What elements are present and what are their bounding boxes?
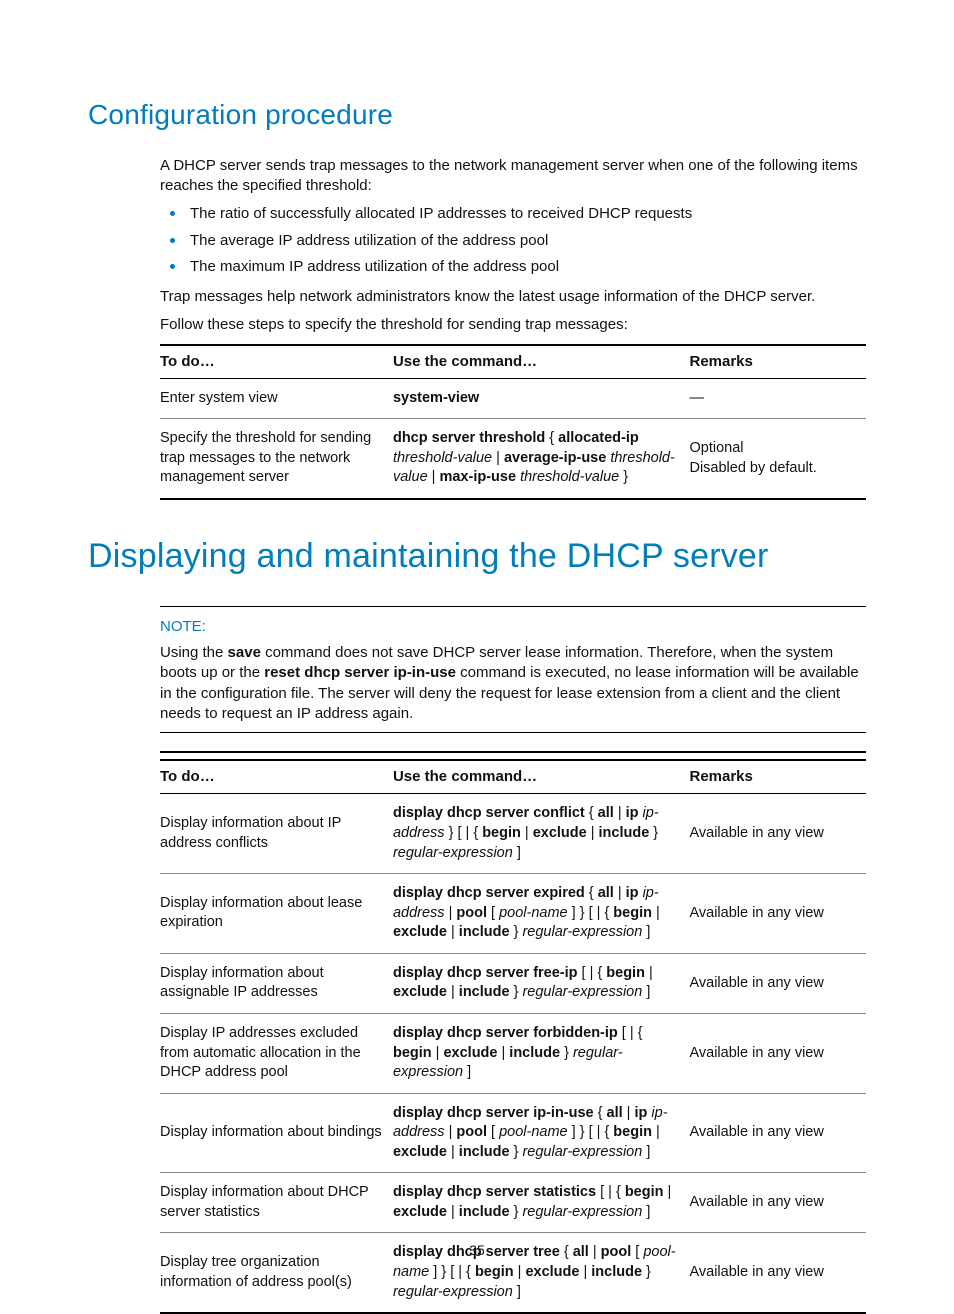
- cell-todo: Display information about bindings: [160, 1093, 393, 1173]
- cell-command: display dhcp server forbidden-ip [ | { b…: [393, 1013, 690, 1093]
- cell-remarks: Available in any view: [689, 1173, 866, 1233]
- cell-remarks: —: [689, 378, 866, 419]
- divider: [160, 732, 866, 733]
- heading-config-procedure: Configuration procedure: [88, 96, 866, 134]
- table-row: Display information about lease expirati…: [160, 874, 866, 954]
- table-display-commands: To do… Use the command… Remarks Display …: [160, 759, 866, 1314]
- page-number: 35: [0, 1241, 954, 1260]
- cell-todo: Display information about assignable IP …: [160, 953, 393, 1013]
- note-label: NOTE:: [160, 617, 866, 637]
- note-body: Using the save command does not save DHC…: [160, 643, 866, 724]
- cell-command: display dhcp server ip-in-use { all | ip…: [393, 1093, 690, 1173]
- cell-remarks: Available in any view: [689, 794, 866, 874]
- table-thresholds: To do… Use the command… Remarks Enter sy…: [160, 344, 866, 501]
- cell-command: display dhcp server expired { all | ip i…: [393, 874, 690, 954]
- cell-remarks: OptionalDisabled by default.: [689, 419, 866, 499]
- intro-text: A DHCP server sends trap messages to the…: [160, 156, 866, 197]
- table-row: Display information about bindingsdispla…: [160, 1093, 866, 1173]
- col-header: Use the command…: [393, 345, 690, 379]
- cell-remarks: Available in any view: [689, 953, 866, 1013]
- cell-todo: Display information about DHCP server st…: [160, 1173, 393, 1233]
- heading-display-maintain: Displaying and maintaining the DHCP serv…: [88, 534, 866, 580]
- cell-todo: Display information about lease expirati…: [160, 874, 393, 954]
- col-header: To do…: [160, 760, 393, 794]
- cell-remarks: Available in any view: [689, 1093, 866, 1173]
- col-header: Use the command…: [393, 760, 690, 794]
- bullet-item: The maximum IP address utilization of th…: [188, 257, 866, 277]
- divider: [160, 606, 866, 607]
- cell-todo: Enter system view: [160, 378, 393, 419]
- cell-todo: Display IP addresses excluded from autom…: [160, 1013, 393, 1093]
- after-bullets-text: Trap messages help network administrator…: [160, 287, 866, 307]
- cell-command: dhcp server threshold { allocated-ip thr…: [393, 419, 690, 499]
- col-header: Remarks: [689, 345, 866, 379]
- table-row: Display information about IP address con…: [160, 794, 866, 874]
- col-header: Remarks: [689, 760, 866, 794]
- cell-command: display dhcp server free-ip [ | { begin …: [393, 953, 690, 1013]
- page: Configuration procedure A DHCP server se…: [0, 0, 954, 1296]
- cell-todo: Specify the threshold for sending trap m…: [160, 419, 393, 499]
- bullet-list: The ratio of successfully allocated IP a…: [160, 204, 866, 277]
- table-row: Display IP addresses excluded from autom…: [160, 1013, 866, 1093]
- table-lead-in: Follow these steps to specify the thresh…: [160, 315, 866, 335]
- section1-body: A DHCP server sends trap messages to the…: [160, 156, 866, 500]
- cell-command: display dhcp server statistics [ | { beg…: [393, 1173, 690, 1233]
- col-header: To do…: [160, 345, 393, 379]
- table-row: Display information about assignable IP …: [160, 953, 866, 1013]
- cell-command: system-view: [393, 378, 690, 419]
- section2-body: NOTE: Using the save command does not sa…: [160, 606, 866, 1314]
- bullet-item: The ratio of successfully allocated IP a…: [188, 204, 866, 224]
- divider: [160, 751, 866, 753]
- bullet-item: The average IP address utilization of th…: [188, 231, 866, 251]
- cell-command: display dhcp server conflict { all | ip …: [393, 794, 690, 874]
- table-row: Specify the threshold for sending trap m…: [160, 419, 866, 499]
- table-row: Display information about DHCP server st…: [160, 1173, 866, 1233]
- cell-todo: Display information about IP address con…: [160, 794, 393, 874]
- cell-remarks: Available in any view: [689, 1013, 866, 1093]
- cell-remarks: Available in any view: [689, 874, 866, 954]
- table-row: Enter system viewsystem-view—: [160, 378, 866, 419]
